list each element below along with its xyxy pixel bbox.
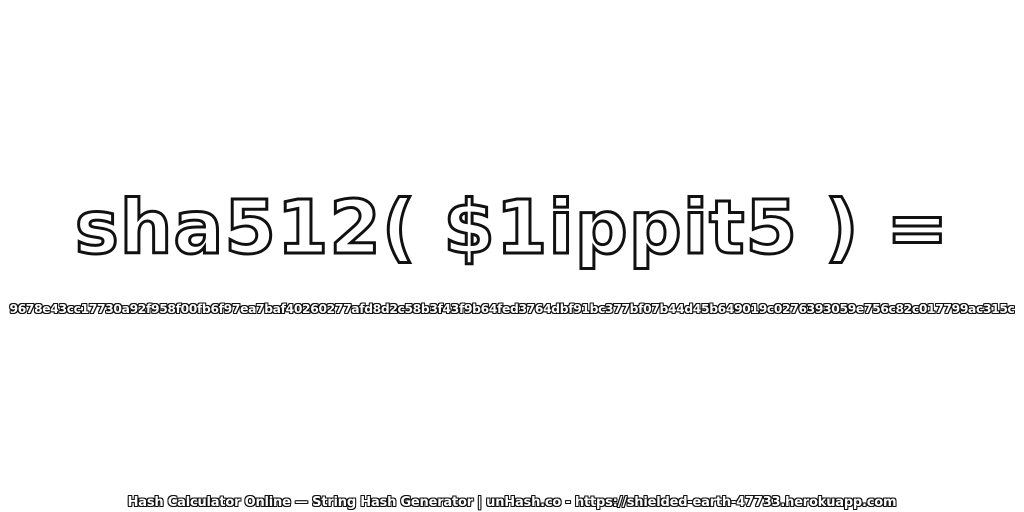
site-footer-credit: Hash Calculator Online — String Hash Gen… [127,495,897,510]
hash-expression-title: sha512( $1ippit5 ) = [73,184,950,273]
hash-result-value: 9678e43cc17730a92f958f00fb6f97ea7baf4026… [9,302,1015,316]
